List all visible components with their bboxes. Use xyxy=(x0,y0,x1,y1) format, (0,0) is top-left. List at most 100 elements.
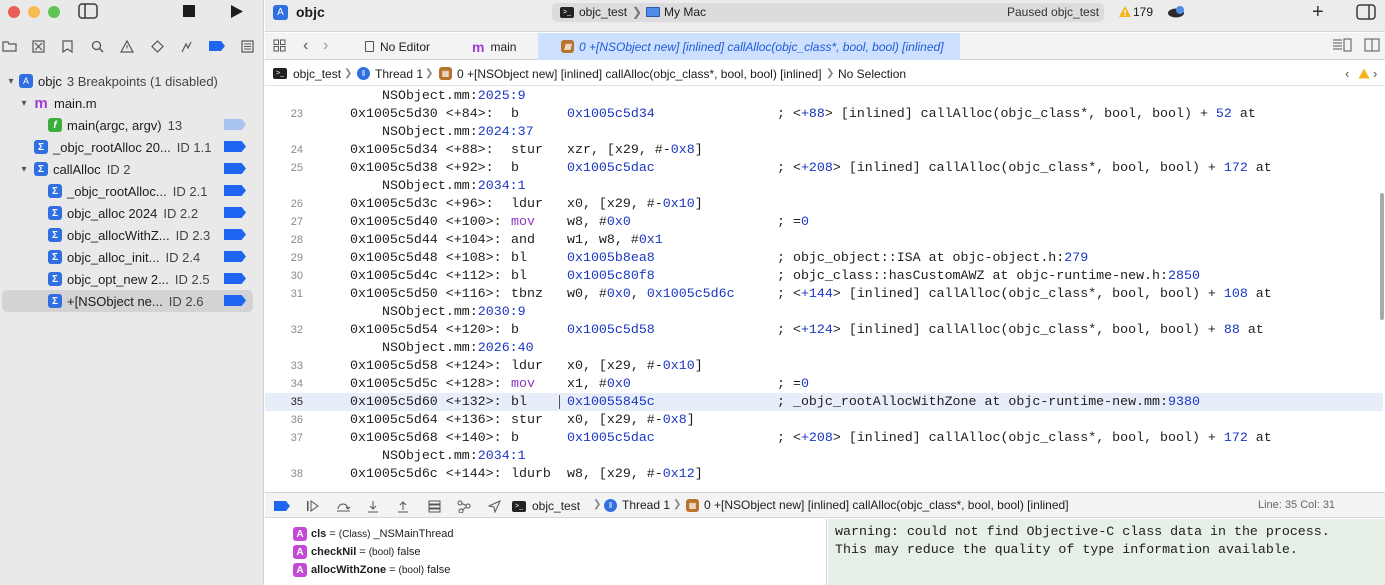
add-icon[interactable]: + xyxy=(1312,2,1324,22)
inspector-toggle-icon[interactable] xyxy=(1356,4,1376,20)
close-window-button[interactable] xyxy=(8,6,20,18)
breakpoint-flag-icon[interactable] xyxy=(224,141,246,152)
step-out-icon[interactable] xyxy=(394,497,412,515)
disclosure-icon[interactable]: ▾ xyxy=(6,76,16,87)
editor-options-icon[interactable] xyxy=(1332,38,1352,52)
breakpoint-flag-icon[interactable] xyxy=(224,229,246,240)
tab-main[interactable]: m main xyxy=(465,33,545,60)
debug-console[interactable]: warning: could not find Objective-C clas… xyxy=(828,519,1385,585)
instruction-line[interactable]: 37 0x1005c5d68 <+140>: b 0x1005c5dac ; <+208… xyxy=(265,429,1383,447)
tree-item-breakpoint[interactable]: Σ +[NSObject ne... ID 2.6 xyxy=(2,290,253,312)
destination-label[interactable]: My Mac xyxy=(664,5,706,19)
instruction-line[interactable]: 35 0x1005c5d60 <+132>: bl 0x10055845c ; _obj… xyxy=(265,393,1383,411)
previous-issue-icon[interactable]: ‹ xyxy=(1345,61,1349,86)
tree-item-breakpoint[interactable]: Σ _objc_rootAlloc... ID 2.1 xyxy=(0,180,264,202)
source-location-line[interactable]: NSObject.mm:2030:9 xyxy=(265,303,1383,321)
cloud-status-icon[interactable] xyxy=(1167,5,1186,18)
tree-item-breakpoint[interactable]: Σobjc_allocWithZ... ID 2.3 xyxy=(0,224,264,246)
tab-stack-frame[interactable]: ▦ 0 +[NSObject new] [inlined] callAlloc(… xyxy=(538,33,960,60)
view-hierarchy-icon[interactable] xyxy=(425,497,443,515)
instruction-line[interactable]: 25 0x1005c5d38 <+92>: b 0x1005c5dac ; <+208>… xyxy=(265,159,1383,177)
editor-scrollbar[interactable] xyxy=(1380,193,1384,320)
sidebar-toggle-icon[interactable] xyxy=(78,3,98,19)
minimize-window-button[interactable] xyxy=(28,6,40,18)
instruction-line[interactable]: 23 0x1005c5d30 <+84>: b 0x1005c5d34 ; <+88> … xyxy=(265,105,1383,123)
source-location-line[interactable]: NSObject.mm:2034:1 xyxy=(265,177,1383,195)
instruction-line[interactable]: 33 0x1005c5d58 <+124>: ldur x0, [x29, #-0x1… xyxy=(265,357,1383,375)
instruction-line[interactable]: 38 0x1005c5d6c <+144>: ldurb w8, [x29, #-0x… xyxy=(265,465,1383,483)
debugbar-thread[interactable]: ‖ Thread 1 xyxy=(604,498,670,512)
instruction-line[interactable]: 27 0x1005c5d40 <+100>: mov w8, #0x0 ; =0 xyxy=(265,213,1383,231)
continue-icon[interactable] xyxy=(304,497,322,515)
test-diamond-icon[interactable] xyxy=(148,37,166,55)
stack-frame-icon: ▦ xyxy=(686,498,699,512)
tab-no-editor[interactable]: No Editor xyxy=(358,33,448,60)
instruction-line[interactable]: 31 0x1005c5d50 <+116>: tbnz w0, #0x0, 0x100… xyxy=(265,285,1383,303)
breakpoint-flag-icon[interactable] xyxy=(224,273,246,284)
grid-icon[interactable] xyxy=(273,39,286,52)
breakpoint-flag-icon[interactable] xyxy=(224,163,246,174)
instruction-line[interactable]: 30 0x1005c5d4c <+112>: bl 0x1005c80f8 ; objc… xyxy=(265,267,1383,285)
debugbar-frame[interactable]: ▦ 0 +[NSObject new] [inlined] callAlloc(… xyxy=(686,498,1069,512)
tree-item-breakpoint[interactable]: Σobjc_opt_new 2... ID 2.5 xyxy=(0,268,264,290)
bookmark-icon[interactable] xyxy=(58,37,76,55)
disassembly-editor[interactable]: NSObject.mm:2025:9 23 0x1005c5d30 <+84>: b 0… xyxy=(265,87,1383,492)
stop-icon[interactable] xyxy=(183,5,195,17)
source-location-line[interactable]: NSObject.mm:2025:9 xyxy=(265,87,1383,105)
split-editor-icon[interactable] xyxy=(1364,38,1380,52)
warning-triangle-icon[interactable] xyxy=(1358,61,1370,86)
jumpbar-selection[interactable]: No Selection xyxy=(838,61,906,86)
breakpoints-active-icon[interactable] xyxy=(273,497,291,515)
breakpoint-flag-icon[interactable] xyxy=(224,295,246,306)
tree-item-breakpoint[interactable]: Σobjc_alloc_init... ID 2.4 xyxy=(0,246,264,268)
instruction-line[interactable]: 29 0x1005c5d48 <+108>: bl 0x1005b8ea8 ; objc… xyxy=(265,249,1383,267)
source-location-line[interactable]: NSObject.mm:2026:40 xyxy=(265,339,1383,357)
location-arrow-icon[interactable] xyxy=(485,497,503,515)
tree-item-breakpoint[interactable]: Σobjc_alloc 2024 ID 2.2 xyxy=(0,202,264,224)
issue-warning-icon[interactable] xyxy=(118,37,136,55)
debugbar-target[interactable]: >_ objc_test xyxy=(512,499,580,513)
warning-triangle-icon[interactable] xyxy=(1118,5,1132,18)
breakpoint-navigator-icon[interactable] xyxy=(208,37,226,55)
variable-row[interactable]: AallocWithZone = (bool) false xyxy=(293,561,450,579)
scheme-label[interactable]: objc_test xyxy=(579,5,627,19)
source-location-line[interactable]: NSObject.mm:2024:37 xyxy=(265,123,1383,141)
folder-icon[interactable] xyxy=(0,37,18,55)
jumpbar-thread[interactable]: ‖ Thread 1 xyxy=(357,61,423,86)
breakpoint-flag-icon[interactable] xyxy=(224,251,246,262)
tree-project-row[interactable]: ▾ A objc 3 Breakpoints (1 disabled) xyxy=(0,70,264,92)
disclosure-icon[interactable]: ▾ xyxy=(19,164,29,175)
disclosure-icon[interactable]: ▾ xyxy=(19,98,29,109)
step-over-icon[interactable] xyxy=(334,497,352,515)
tree-item-breakpoint[interactable]: ▾ ΣcallAlloc ID 2 xyxy=(0,158,264,180)
variables-view[interactable]: Acls = (Class) _NSMainThread AcheckNil = (bool… xyxy=(265,519,827,585)
search-icon[interactable] xyxy=(88,37,106,55)
instruction-line[interactable]: 32 0x1005c5d54 <+120>: b 0x1005c5d58 ; <+124… xyxy=(265,321,1383,339)
tree-item-breakpoint[interactable]: Σ _objc_rootAlloc 20... ID 1.1 xyxy=(0,136,264,158)
variable-row[interactable]: Acls = (Class) _NSMainThread xyxy=(293,525,454,543)
tree-item-breakpoint[interactable]: ▾ m main.m xyxy=(0,92,264,114)
forward-chevron-icon[interactable]: › xyxy=(323,37,328,55)
jumpbar-target[interactable]: >_ objc_test xyxy=(273,61,341,86)
back-chevron-icon[interactable]: ‹ xyxy=(303,37,308,55)
warning-count[interactable]: 179 xyxy=(1133,5,1153,19)
instruction-line[interactable]: 36 0x1005c5d64 <+136>: stur x0, [x29, #-0x8… xyxy=(265,411,1383,429)
breakpoint-flag-icon[interactable] xyxy=(224,207,246,218)
source-location-line[interactable]: NSObject.mm:2034:1 xyxy=(265,447,1383,465)
report-list-icon[interactable] xyxy=(238,37,256,55)
variable-row[interactable]: AcheckNil = (bool) false xyxy=(293,543,421,561)
instruction-line[interactable]: 28 0x1005c5d44 <+104>: and w1, w8, #0x1 xyxy=(265,231,1383,249)
source-control-icon[interactable] xyxy=(29,37,47,55)
instruction-line[interactable]: 34 0x1005c5d5c <+128>: mov x1, #0x0 ; =0 xyxy=(265,375,1383,393)
step-into-icon[interactable] xyxy=(364,497,382,515)
debug-spray-icon[interactable] xyxy=(178,37,196,55)
breakpoint-flag-icon[interactable] xyxy=(224,185,246,196)
scheme-destination-bar[interactable]: >_ objc_test ❯ My Mac Paused objc_test xyxy=(552,3,1104,22)
run-icon[interactable] xyxy=(230,4,244,19)
instruction-line[interactable]: 26 0x1005c5d3c <+96>: ldur x0, [x29, #-0x10… xyxy=(265,195,1383,213)
next-issue-icon[interactable]: › xyxy=(1373,61,1377,86)
jumpbar-frame[interactable]: ▦ 0 +[NSObject new] [inlined] callAlloc(… xyxy=(439,61,822,86)
zoom-window-button[interactable] xyxy=(48,6,60,18)
memory-graph-icon[interactable] xyxy=(455,497,473,515)
instruction-line[interactable]: 24 0x1005c5d34 <+88>: stur xzr, [x29, #-0x8… xyxy=(265,141,1383,159)
